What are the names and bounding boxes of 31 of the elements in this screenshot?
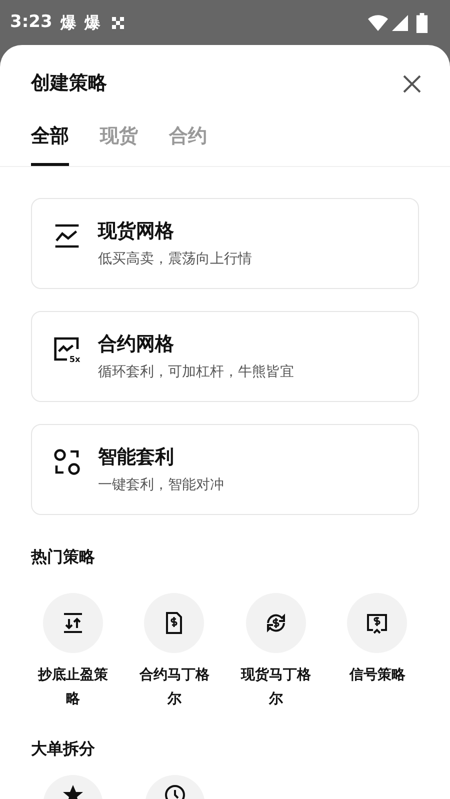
strategy-card[interactable]: 智能套利 一键套利，智能对冲 [31, 424, 419, 514]
shortcut-label: 合约马丁格尔 [138, 666, 210, 708]
line-chart-icon [53, 222, 81, 250]
shortcut-label: 信号策略 [348, 666, 406, 684]
strategy-shortcut[interactable]: 抄底止盈策略 [22, 592, 124, 710]
strategy-shortcut[interactable]: 信号策略 [326, 592, 428, 710]
section-heading: 大单拆分 [30, 738, 96, 760]
shortcut-label: 抄底止盈策略 [36, 666, 109, 708]
card-subtitle: 低买高卖，震荡向上行情 [98, 250, 252, 268]
card-subtitle: 一键套利，智能对冲 [98, 476, 224, 494]
card-title: 合约网格 [98, 332, 175, 356]
card-title: 智能套利 [98, 444, 175, 470]
section-heading: 热门策略 [30, 546, 96, 568]
battery-icon [416, 12, 428, 32]
shortcut-label: 现货马丁格尔 [240, 666, 312, 708]
sheet-title: 创建策略 [31, 71, 107, 96]
notification-text: 爆 [60, 12, 76, 34]
strategy-shortcut[interactable]: 现货马丁格尔 [225, 592, 326, 710]
status-time: 3:23 [10, 10, 52, 34]
shapes-icon [53, 448, 81, 476]
notification-text: 爆 [84, 12, 100, 34]
grid-dots-icon [112, 16, 124, 28]
card-subtitle: 循环套利，可加杠杆，牛熊皆宜 [98, 362, 294, 382]
wifi-icon [368, 14, 388, 30]
signal-icon [392, 14, 408, 30]
card-title: 现货网格 [98, 218, 175, 244]
strategy-shortcut[interactable]: 合约马丁格尔 [124, 592, 225, 710]
strategy-card[interactable]: 现货网格 低买高卖，震荡向上行情 [31, 198, 419, 288]
strategy-card[interactable]: 5x 合约网格 循环套利，可加杠杆，牛熊皆宜 [31, 310, 419, 402]
close-icon [402, 74, 422, 94]
tab[interactable]: 全部 [31, 122, 69, 166]
